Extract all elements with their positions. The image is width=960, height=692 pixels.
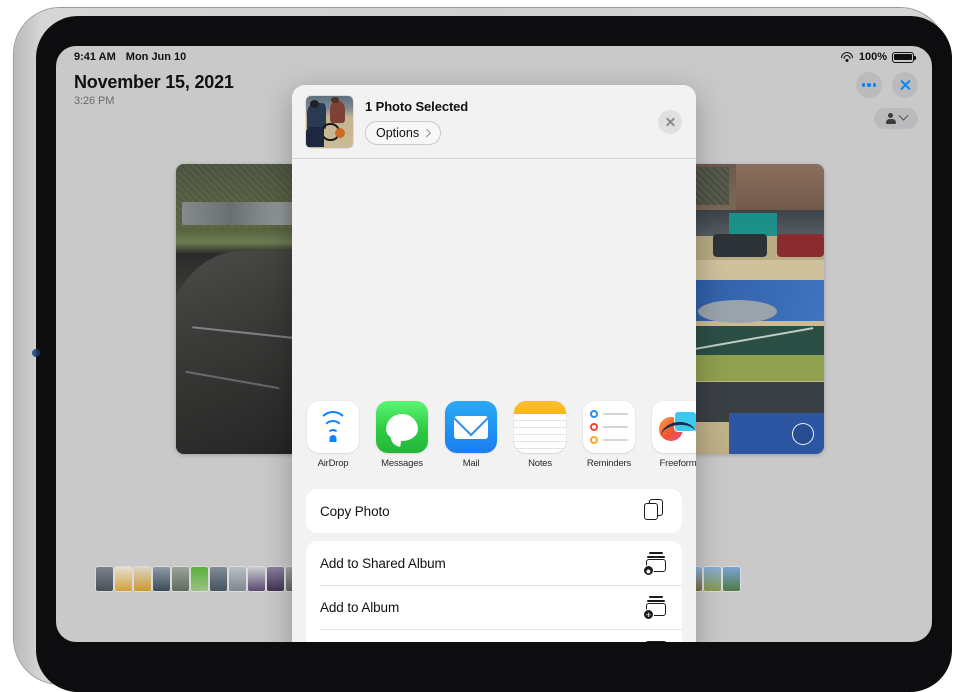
ellipsis-icon — [862, 83, 876, 87]
share-app-row[interactable]: AirDrop Messages Mail Notes Reminders Fr… — [292, 387, 696, 481]
person-badge-icon: ● — [643, 565, 654, 576]
action-label: Copy Photo — [320, 503, 390, 519]
reminders-icon — [583, 401, 635, 453]
share-sheet-title: 1 Photo Selected — [365, 98, 469, 114]
battery-percent-label: 100% — [858, 51, 887, 63]
filmstrip-thumb[interactable] — [153, 567, 170, 591]
filmstrip-thumb[interactable] — [191, 567, 208, 591]
messages-icon — [376, 401, 428, 453]
status-led-indicator — [32, 349, 40, 357]
filmstrip-thumb[interactable] — [96, 567, 113, 591]
share-app-notes[interactable]: Notes — [514, 401, 566, 469]
close-viewer-button[interactable] — [892, 72, 918, 98]
shared-album-icon: ● — [643, 551, 668, 576]
add-album-icon: + — [643, 595, 668, 620]
status-bar-left: 9:41 AM Mon Jun 10 — [74, 51, 186, 63]
status-time: 9:41 AM — [74, 51, 116, 63]
share-sheet-thumbnail — [306, 95, 353, 148]
share-sheet-head-text: 1 Photo Selected Options — [365, 99, 468, 145]
share-app-mail[interactable]: Mail — [445, 401, 497, 469]
share-sheet-body: AirDrop Messages Mail Notes Reminders Fr… — [292, 387, 696, 642]
person-icon — [885, 113, 896, 124]
app-label: Mail — [462, 458, 480, 469]
mail-icon — [445, 401, 497, 453]
share-app-freeform[interactable]: Freeform — [652, 401, 696, 469]
share-action-group: Add to Shared Album ● Add to Album + — [306, 541, 682, 642]
close-x-icon — [665, 116, 676, 128]
status-date: Mon Jun 10 — [125, 51, 187, 63]
ipad-device-frame: 9:41 AM Mon Jun 10 100% November 15, 202… — [14, 8, 952, 692]
filmstrip-thumb[interactable] — [134, 567, 151, 591]
action-row-airplay[interactable]: AirPlay — [306, 629, 682, 642]
filmstrip-thumb[interactable] — [248, 567, 265, 591]
action-row-add-to-shared-album[interactable]: Add to Shared Album ● — [306, 541, 682, 585]
close-x-icon — [899, 79, 912, 92]
share-action-group: Copy Photo — [306, 489, 682, 533]
header-actions — [856, 72, 918, 98]
status-bar-right: 100% — [841, 51, 917, 63]
airplay-icon — [644, 639, 668, 642]
share-app-airdrop[interactable]: AirDrop — [307, 401, 359, 469]
filmstrip-thumb[interactable] — [115, 567, 132, 591]
battery-icon — [892, 51, 917, 63]
options-label: Options — [376, 125, 420, 140]
more-options-button[interactable] — [856, 72, 882, 98]
share-sheet-close-button[interactable] — [658, 110, 682, 134]
filmstrip-thumb[interactable] — [723, 567, 740, 591]
share-sheet-photo-passthrough — [292, 159, 696, 387]
freeform-icon — [652, 401, 696, 453]
app-label: Freeform — [659, 458, 696, 469]
notes-icon — [514, 401, 566, 453]
app-label: AirDrop — [317, 458, 349, 469]
status-bar: 9:41 AM Mon Jun 10 100% — [56, 46, 932, 68]
filmstrip-thumb[interactable] — [210, 567, 227, 591]
circle-outline-icon[interactable] — [792, 423, 814, 445]
copy-icon — [644, 499, 668, 523]
app-label: Notes — [528, 458, 552, 469]
plus-badge-icon: + — [643, 609, 654, 620]
chevron-right-icon — [422, 128, 431, 137]
filmstrip-thumb[interactable] — [704, 567, 721, 591]
filmstrip-thumb[interactable] — [229, 567, 246, 591]
action-label: Add to Shared Album — [320, 555, 446, 571]
share-sheet: 1 Photo Selected Options AirDrop Message… — [292, 85, 696, 642]
share-sheet-header: 1 Photo Selected Options — [292, 85, 696, 159]
action-row-copy-photo[interactable]: Copy Photo — [306, 489, 682, 533]
app-label: Reminders — [586, 458, 632, 469]
share-app-reminders[interactable]: Reminders — [583, 401, 635, 469]
action-label: Add to Album — [320, 599, 400, 615]
chevron-down-icon — [898, 110, 909, 121]
app-label: Messages — [381, 458, 423, 469]
action-row-add-to-album[interactable]: Add to Album + — [306, 585, 682, 629]
filmstrip-thumb[interactable] — [172, 567, 189, 591]
ipad-screen: 9:41 AM Mon Jun 10 100% November 15, 202… — [56, 46, 932, 642]
options-button[interactable]: Options — [365, 120, 441, 145]
share-app-messages[interactable]: Messages — [376, 401, 428, 469]
airdrop-icon — [307, 401, 359, 453]
wifi-icon — [841, 52, 854, 62]
filmstrip-thumb[interactable] — [267, 567, 284, 591]
